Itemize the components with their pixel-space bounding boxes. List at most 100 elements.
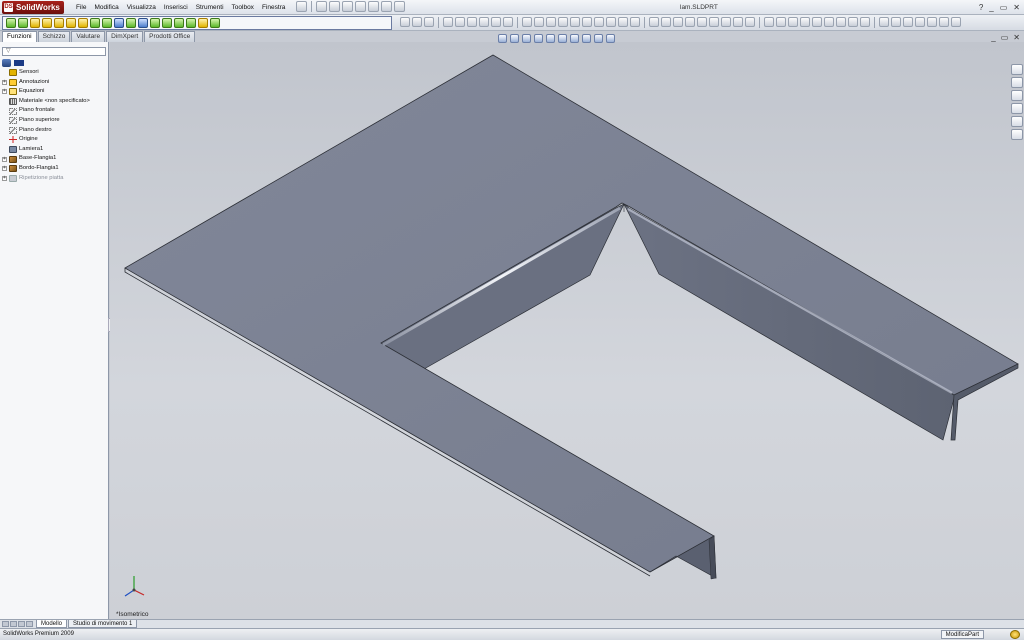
trim-extend-icon[interactable] xyxy=(709,17,719,27)
view-orientation-icon[interactable] xyxy=(546,34,555,43)
hole-callout-icon[interactable] xyxy=(848,17,858,27)
linear-pattern-icon[interactable] xyxy=(138,18,148,28)
display-style-icon[interactable] xyxy=(558,34,567,43)
miter-flange-icon[interactable] xyxy=(546,17,556,27)
hide-show-items-icon[interactable] xyxy=(570,34,579,43)
rib-icon[interactable] xyxy=(102,18,112,28)
base-flange-top-face[interactable] xyxy=(124,54,1019,573)
rectangle-icon[interactable] xyxy=(455,17,465,27)
smart-dimension-icon[interactable] xyxy=(424,17,434,27)
gusset-icon[interactable] xyxy=(673,17,683,27)
open-folder-icon[interactable] xyxy=(329,1,340,12)
tab-prodotti-office[interactable]: Prodotti Office xyxy=(144,31,196,42)
last-tab-icon[interactable] xyxy=(26,621,33,627)
dome-icon[interactable] xyxy=(162,18,172,28)
feature-filter-input[interactable]: ▽ xyxy=(2,47,106,56)
camera-icon[interactable] xyxy=(400,17,410,27)
tab-modello[interactable]: Modello xyxy=(36,620,68,628)
tab-studio-movimento[interactable]: Studio di movimento 1 xyxy=(68,620,138,628)
chamfer-icon[interactable] xyxy=(90,18,100,28)
line-icon[interactable] xyxy=(443,17,453,27)
edit-appearance-icon[interactable] xyxy=(582,34,591,43)
sheet-metal-icon[interactable] xyxy=(522,17,532,27)
tree-item[interactable]: Piano destro xyxy=(0,126,108,136)
tree-item[interactable]: Origine xyxy=(0,135,108,145)
note-icon[interactable] xyxy=(776,17,786,27)
viewport-restore-button[interactable]: ▭ xyxy=(1001,33,1009,42)
surface-finish-icon[interactable] xyxy=(800,17,810,27)
zoom-fit-icon[interactable] xyxy=(927,17,937,27)
rebuild-icon[interactable] xyxy=(381,1,392,12)
unfold-icon[interactable] xyxy=(606,17,616,27)
cosmetic-thread-icon[interactable] xyxy=(860,17,870,27)
solidworks-resources-icon[interactable] xyxy=(1011,64,1023,75)
undo-icon[interactable] xyxy=(368,1,379,12)
tree-item[interactable]: Piano frontale xyxy=(0,106,108,116)
wrap-icon[interactable] xyxy=(174,18,184,28)
tree-item[interactable]: + Equazioni xyxy=(0,87,108,97)
part-root-node[interactable] xyxy=(0,58,108,68)
options-icon[interactable] xyxy=(394,1,405,12)
graphics-area[interactable] xyxy=(110,34,1024,619)
fold-icon[interactable] xyxy=(618,17,628,27)
tree-item[interactable]: + Base-Flangia1 xyxy=(0,154,108,164)
swept-boss-icon[interactable] xyxy=(30,18,40,28)
menu-visualizza[interactable]: Visualizza xyxy=(123,0,160,15)
smart-dimension-2-icon[interactable] xyxy=(764,17,774,27)
extruded-cut-icon[interactable] xyxy=(54,18,64,28)
tab-funzioni[interactable]: Funzioni xyxy=(2,31,37,42)
draft-icon[interactable] xyxy=(126,18,136,28)
zoom-to-area-icon[interactable] xyxy=(510,34,519,43)
section-view-icon[interactable] xyxy=(915,17,925,27)
jog-icon[interactable] xyxy=(570,17,580,27)
lofted-boss-icon[interactable] xyxy=(42,18,52,28)
hem-icon[interactable] xyxy=(558,17,568,27)
curves-icon[interactable] xyxy=(186,18,196,28)
sheet-metal-model[interactable] xyxy=(110,42,1024,619)
shell-icon[interactable] xyxy=(114,18,124,28)
expand-toggle-icon[interactable]: + xyxy=(2,175,7,181)
rebuild-status-icon[interactable] xyxy=(1010,630,1020,639)
expand-toggle-icon[interactable]: + xyxy=(2,89,7,95)
arc-icon[interactable] xyxy=(479,17,489,27)
expand-toggle-icon[interactable]: + xyxy=(2,79,7,85)
dimension-icon[interactable] xyxy=(503,17,513,27)
reference-geometry-icon[interactable] xyxy=(198,18,208,28)
datum-icon[interactable] xyxy=(824,17,834,27)
tree-item[interactable]: + Bordo-Flangia1 xyxy=(0,164,108,174)
tree-item[interactable]: Sensori xyxy=(0,68,108,78)
weld-bead-icon[interactable] xyxy=(697,17,707,27)
menu-file[interactable]: File xyxy=(72,0,90,15)
tab-schizzo[interactable]: Schizzo xyxy=(37,31,71,42)
file-explorer-icon[interactable] xyxy=(1011,90,1023,101)
menu-modifica[interactable]: Modifica xyxy=(90,0,122,15)
tree-item[interactable]: + Ripetizione piatta xyxy=(0,174,108,184)
viewport-minimize-button[interactable]: _ xyxy=(991,33,995,42)
sketch-icon[interactable] xyxy=(412,17,422,27)
view-settings-icon[interactable] xyxy=(606,34,615,43)
mold-tools-icon[interactable] xyxy=(733,17,743,27)
weldment-icon[interactable] xyxy=(649,17,659,27)
tree-item[interactable]: Lamiera1 xyxy=(0,145,108,155)
appearance-icon[interactable] xyxy=(745,17,755,27)
first-tab-icon[interactable] xyxy=(2,621,9,627)
extruded-boss-icon[interactable] xyxy=(6,18,16,28)
revolved-boss-icon[interactable] xyxy=(18,18,28,28)
circle-icon[interactable] xyxy=(467,17,477,27)
viewport-close-button[interactable]: ✕ xyxy=(1013,33,1020,42)
close-button[interactable]: ✕ xyxy=(1013,0,1020,15)
spline-icon[interactable] xyxy=(491,17,501,27)
apply-scene-icon[interactable] xyxy=(594,34,603,43)
window-tile-icon[interactable] xyxy=(951,17,961,27)
restore-button[interactable]: ▭ xyxy=(1000,0,1008,15)
tab-dimxpert[interactable]: DimXpert xyxy=(106,31,144,42)
section-view-icon[interactable] xyxy=(534,34,543,43)
pin-menu-icon[interactable] xyxy=(296,1,307,12)
prev-tab-icon[interactable] xyxy=(10,621,17,627)
reference-plane-icon[interactable] xyxy=(879,17,889,27)
help-icon[interactable]: ? xyxy=(979,0,983,15)
display-style-icon[interactable] xyxy=(903,17,913,27)
zoom-to-fit-icon[interactable] xyxy=(498,34,507,43)
fillet-icon[interactable] xyxy=(78,18,88,28)
solidworks-logo[interactable]: DS SolidWorks xyxy=(2,1,64,14)
